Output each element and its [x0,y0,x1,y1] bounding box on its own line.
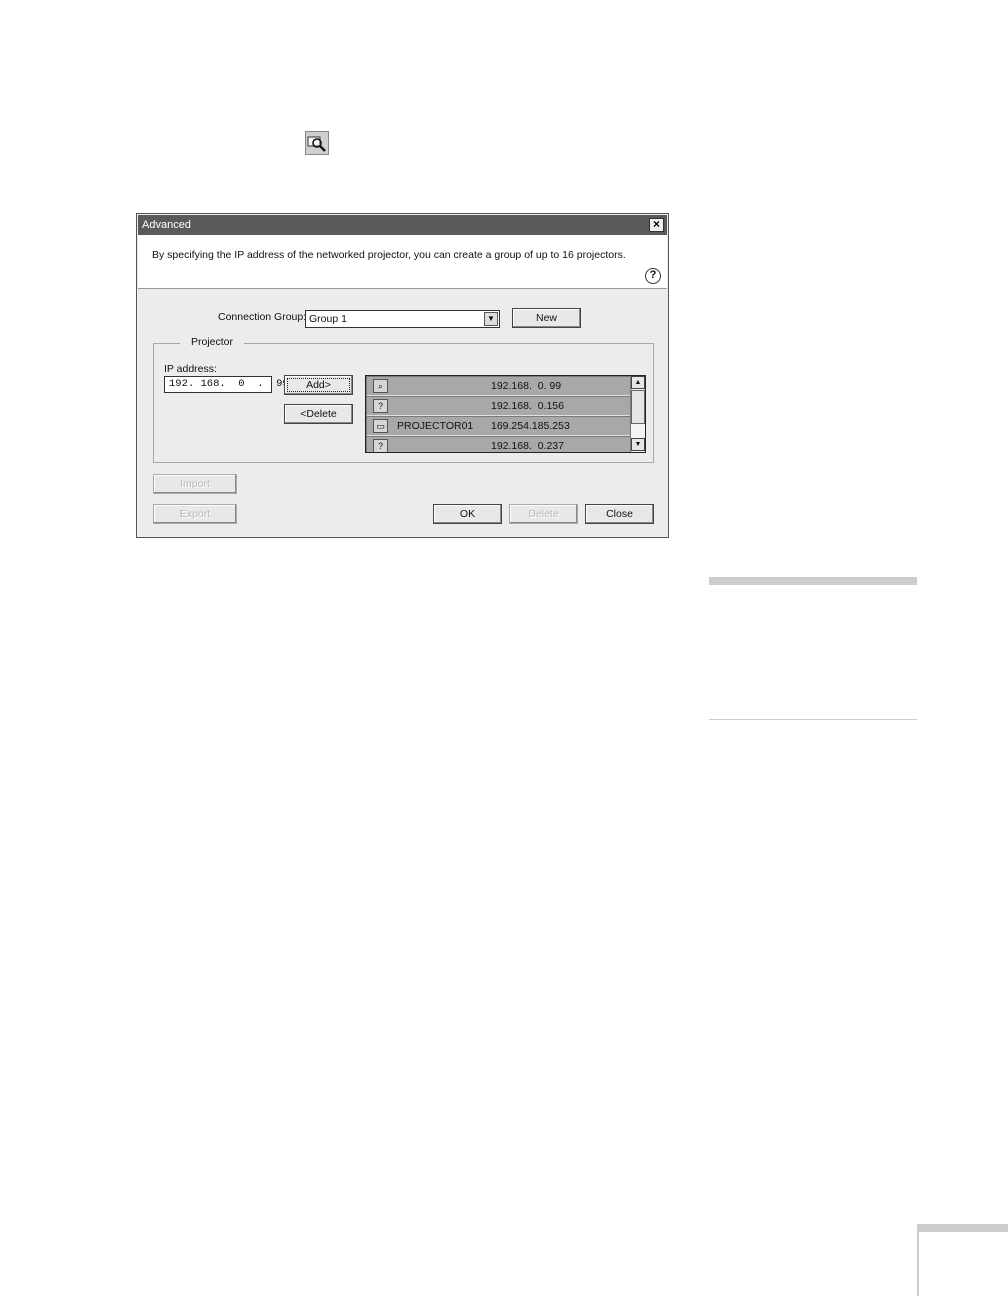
export-button[interactable]: Export [153,504,237,524]
dialog-title: Advanced [142,219,191,231]
projector-icon: ▭ [373,419,388,433]
ip-address-input[interactable]: 192. 168. 0 . 99 [164,376,289,393]
list-scrollbar[interactable]: ▲ ▼ [630,376,645,452]
description-text: By specifying the IP address of the netw… [152,249,626,261]
projector-address: 192.168. 0.156 [491,400,564,412]
list-item[interactable]: ? 192.168. 0.156 [367,397,630,416]
projector-address: 192.168. 0. 99 [491,380,562,392]
delete-button[interactable]: Delete [509,504,578,524]
help-icon[interactable]: ? [645,268,661,284]
margin-rule-thick [709,577,917,585]
dialog-titlebar[interactable]: Advanced × [138,215,667,235]
list-item[interactable]: ? 192.168. 0.237 [367,437,630,452]
add-projector-button[interactable]: Add> [284,375,353,395]
unknown-projector-icon: ? [373,439,388,452]
new-group-button[interactable]: New [512,308,581,328]
close-icon[interactable]: × [649,218,664,232]
search-projector-icon [305,131,329,155]
projector-name: PROJECTOR01 [397,420,474,432]
page-tab-vertical [917,1224,919,1296]
connection-group-select[interactable]: Group 1 ▼ [305,310,500,328]
scroll-thumb[interactable] [631,390,645,424]
description-banner: By specifying the IP address of the netw… [138,235,667,289]
unknown-projector-icon: ? [373,399,388,413]
chevron-down-icon[interactable]: ▼ [484,312,498,326]
projector-address: 192.168. 0.237 [491,440,564,452]
scroll-down-icon[interactable]: ▼ [631,438,645,451]
projector-groupbox: Projector IP address: 192. 168. 0 . 99 A… [153,336,654,463]
list-item[interactable]: ▭ PROJECTOR01 169.254.185.253 [367,417,630,436]
ok-button[interactable]: OK [433,504,502,524]
connection-group-label: Connection Group: [218,311,307,323]
margin-rule-thin [709,719,917,720]
advanced-dialog: Advanced × By specifying the IP address … [136,213,669,538]
page-tab-horizontal [917,1224,1008,1232]
ip-address-label: IP address: [164,363,217,375]
remove-projector-button[interactable]: <Delete [284,404,353,424]
import-button[interactable]: Import [153,474,237,494]
projector-legend: Projector [180,336,245,348]
close-button[interactable]: Close [585,504,654,524]
scroll-up-icon[interactable]: ▲ [631,376,645,389]
projector-list[interactable]: ⌕ 192.168. 0. 99 ? 192.168. 0.156 ▭ PROJ… [365,375,646,453]
search-projector-icon: ⌕ [373,379,388,393]
connection-group-value: Group 1 [309,313,347,325]
list-item[interactable]: ⌕ 192.168. 0. 99 [367,377,630,396]
projector-address: 169.254.185.253 [491,420,570,432]
